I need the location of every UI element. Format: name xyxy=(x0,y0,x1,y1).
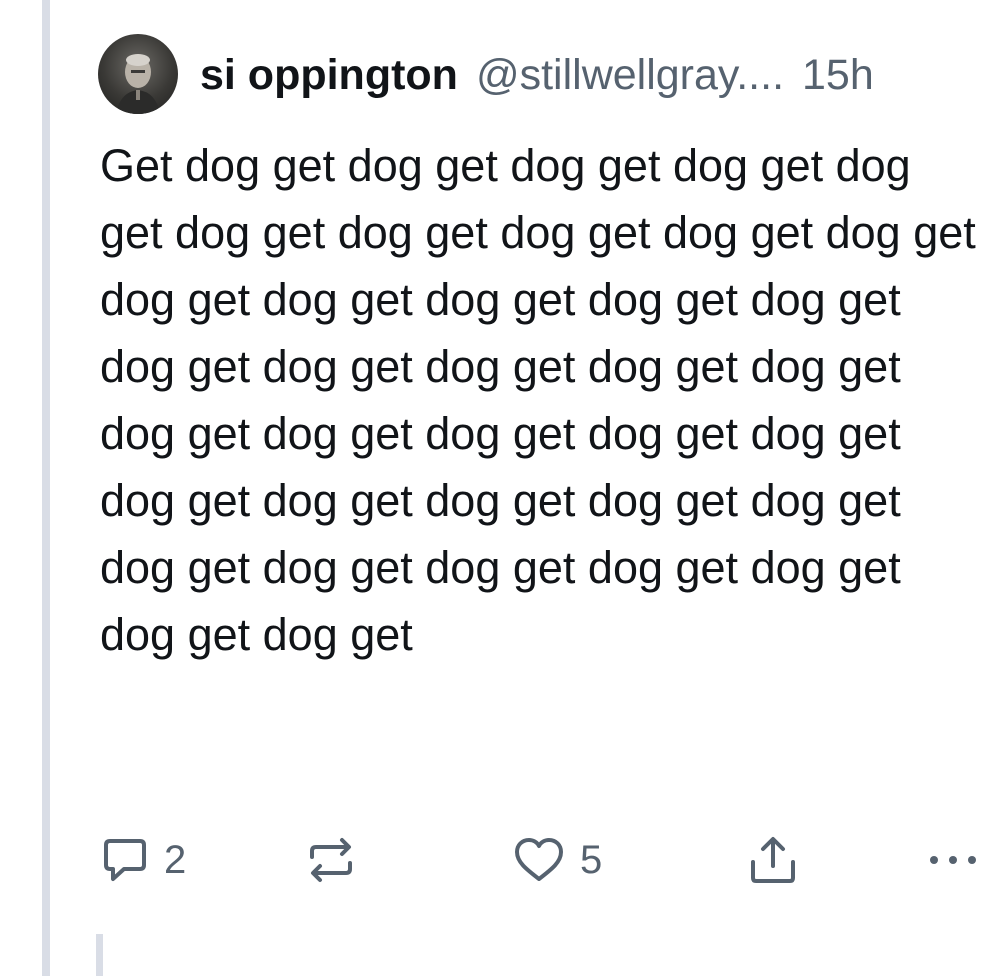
like-count: 5 xyxy=(580,838,603,882)
author-handle[interactable]: @stillwellgray.... xyxy=(476,50,784,100)
share-button[interactable] xyxy=(748,830,798,890)
reply-button[interactable]: 2 xyxy=(100,830,186,890)
repost-button[interactable] xyxy=(304,830,358,890)
reply-thread-line xyxy=(96,934,103,976)
like-button[interactable]: 5 xyxy=(512,830,602,890)
post-actions: 2 5 xyxy=(0,830,1000,890)
reply-count: 2 xyxy=(164,838,187,882)
more-options-button[interactable] xyxy=(926,830,980,890)
speech-bubble-icon xyxy=(100,835,150,885)
ellipsis-icon xyxy=(926,850,980,870)
avatar-photo xyxy=(116,54,160,114)
repost-arrows-icon xyxy=(304,835,358,885)
post-text: Get dog get dog get dog get dog get dog … xyxy=(100,140,976,660)
post-timestamp[interactable]: 15h xyxy=(802,50,874,100)
avatar[interactable] xyxy=(98,34,178,114)
post-header: si oppington @stillwellgray.... 15h xyxy=(200,50,1000,100)
share-upload-icon xyxy=(748,834,798,886)
heart-icon xyxy=(512,835,566,885)
author-display-name[interactable]: si oppington xyxy=(200,50,458,100)
